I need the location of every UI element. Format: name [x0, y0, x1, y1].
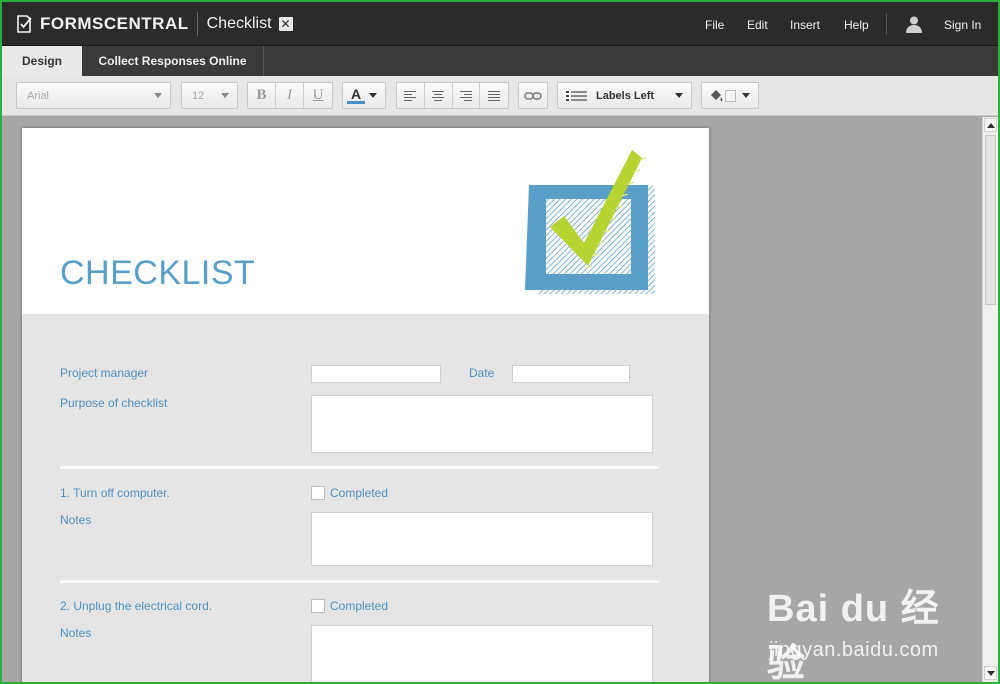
item-1-checkbox[interactable] [311, 486, 325, 500]
format-toolbar: Arial 12 B I U A Labels Left [2, 76, 998, 116]
align-center-button[interactable] [425, 83, 453, 108]
font-family-value: Arial [27, 89, 50, 102]
labels-position-select[interactable]: Labels Left [557, 82, 692, 109]
checkmark-logo-icon[interactable] [522, 146, 662, 298]
top-bar: FORMSCENTRAL Checklist ✕ File Edit Inser… [2, 2, 998, 46]
scroll-up-button[interactable] [984, 118, 997, 132]
form-title[interactable]: CHECKLIST [60, 254, 255, 293]
align-center-icon [432, 91, 445, 101]
menu-insert[interactable]: Insert [790, 18, 820, 32]
item-1-checkbox-label[interactable]: Completed [330, 486, 388, 500]
project-manager-label: Project manager [60, 366, 149, 380]
scroll-thumb[interactable] [985, 135, 996, 305]
align-left-button[interactable] [397, 83, 425, 108]
link-button[interactable] [518, 82, 548, 109]
formscentral-logo-icon [17, 15, 32, 33]
tab-design[interactable]: Design [2, 46, 82, 76]
labels-position-value: Labels Left [596, 89, 655, 102]
tab-collect-responses[interactable]: Collect Responses Online [82, 46, 264, 76]
text-style-group: B I U [247, 82, 333, 109]
chevron-down-icon [675, 93, 683, 98]
font-size-value: 12 [192, 89, 205, 102]
brand[interactable]: FORMSCENTRAL Checklist ✕ [14, 12, 293, 36]
purpose-textarea[interactable] [311, 395, 653, 453]
font-size-select[interactable]: 12 [181, 82, 238, 109]
document-title: Checklist [206, 15, 272, 32]
paint-bucket-icon [711, 89, 723, 101]
item-1-label: 1. Turn off computer. [60, 486, 170, 500]
baidu-watermark: Bai du 经验 jingyan.baidu.com [767, 577, 957, 682]
item-2-notes-label: Notes [60, 626, 92, 640]
labels-left-icon [566, 90, 587, 101]
link-icon [524, 91, 542, 100]
date-label: Date [469, 366, 495, 380]
form-header: CHECKLIST [22, 128, 709, 314]
text-color-icon: A [347, 87, 365, 104]
app-window: FORMSCENTRAL Checklist ✕ File Edit Inser… [2, 2, 998, 682]
alignment-group [396, 82, 509, 109]
align-justify-button[interactable] [480, 83, 508, 108]
form-page: CHECKLIST Project manager Date Purpose o… [22, 128, 709, 682]
arrow-down-icon [986, 671, 995, 676]
vertical-scrollbar[interactable] [982, 117, 998, 682]
brand-name: FORMSCENTRAL [40, 14, 189, 33]
purpose-label: Purpose of checklist [60, 396, 168, 410]
text-color-button[interactable]: A [342, 82, 386, 109]
item-1-notes-textarea[interactable] [311, 512, 653, 566]
align-right-button[interactable] [453, 83, 481, 108]
date-input[interactable] [512, 365, 630, 383]
sign-in-link[interactable]: Sign In [944, 18, 981, 32]
font-family-select[interactable]: Arial [16, 82, 171, 109]
item-2-notes-textarea[interactable] [311, 625, 653, 682]
brand-separator [196, 12, 198, 36]
project-manager-input[interactable] [311, 365, 441, 383]
scroll-down-button[interactable] [984, 666, 997, 680]
tab-bar: Design Collect Responses Online [2, 46, 998, 76]
watermark-sub-text: jingyan.baidu.com [769, 639, 939, 661]
section-divider [60, 580, 659, 583]
menu-file[interactable]: File [705, 18, 724, 32]
italic-button[interactable]: I [276, 83, 304, 108]
close-icon[interactable]: ✕ [278, 17, 293, 31]
chevron-down-icon [369, 93, 377, 98]
fill-color-button[interactable] [701, 82, 759, 109]
watermark-main-text: Bai du 经验 [767, 588, 940, 682]
item-2-label: 2. Unplug the electrical cord. [60, 599, 213, 613]
item-2-checkbox[interactable] [311, 599, 325, 613]
chevron-down-icon [742, 93, 750, 98]
align-left-icon [404, 91, 417, 101]
align-right-icon [459, 91, 472, 101]
arrow-up-icon [986, 123, 995, 128]
chevron-down-icon [154, 93, 162, 98]
align-justify-icon [488, 91, 501, 101]
menu-edit[interactable]: Edit [747, 18, 768, 32]
menu-help[interactable]: Help [844, 18, 869, 32]
chevron-down-icon [221, 93, 229, 98]
user-icon[interactable] [905, 15, 923, 33]
item-2-checkbox-label[interactable]: Completed [330, 599, 388, 613]
underline-button[interactable]: U [304, 83, 332, 108]
bold-button[interactable]: B [248, 83, 276, 108]
item-1-notes-label: Notes [60, 513, 92, 527]
menu-separator [886, 13, 887, 35]
fill-color-swatch [724, 89, 736, 102]
section-divider [60, 466, 659, 469]
